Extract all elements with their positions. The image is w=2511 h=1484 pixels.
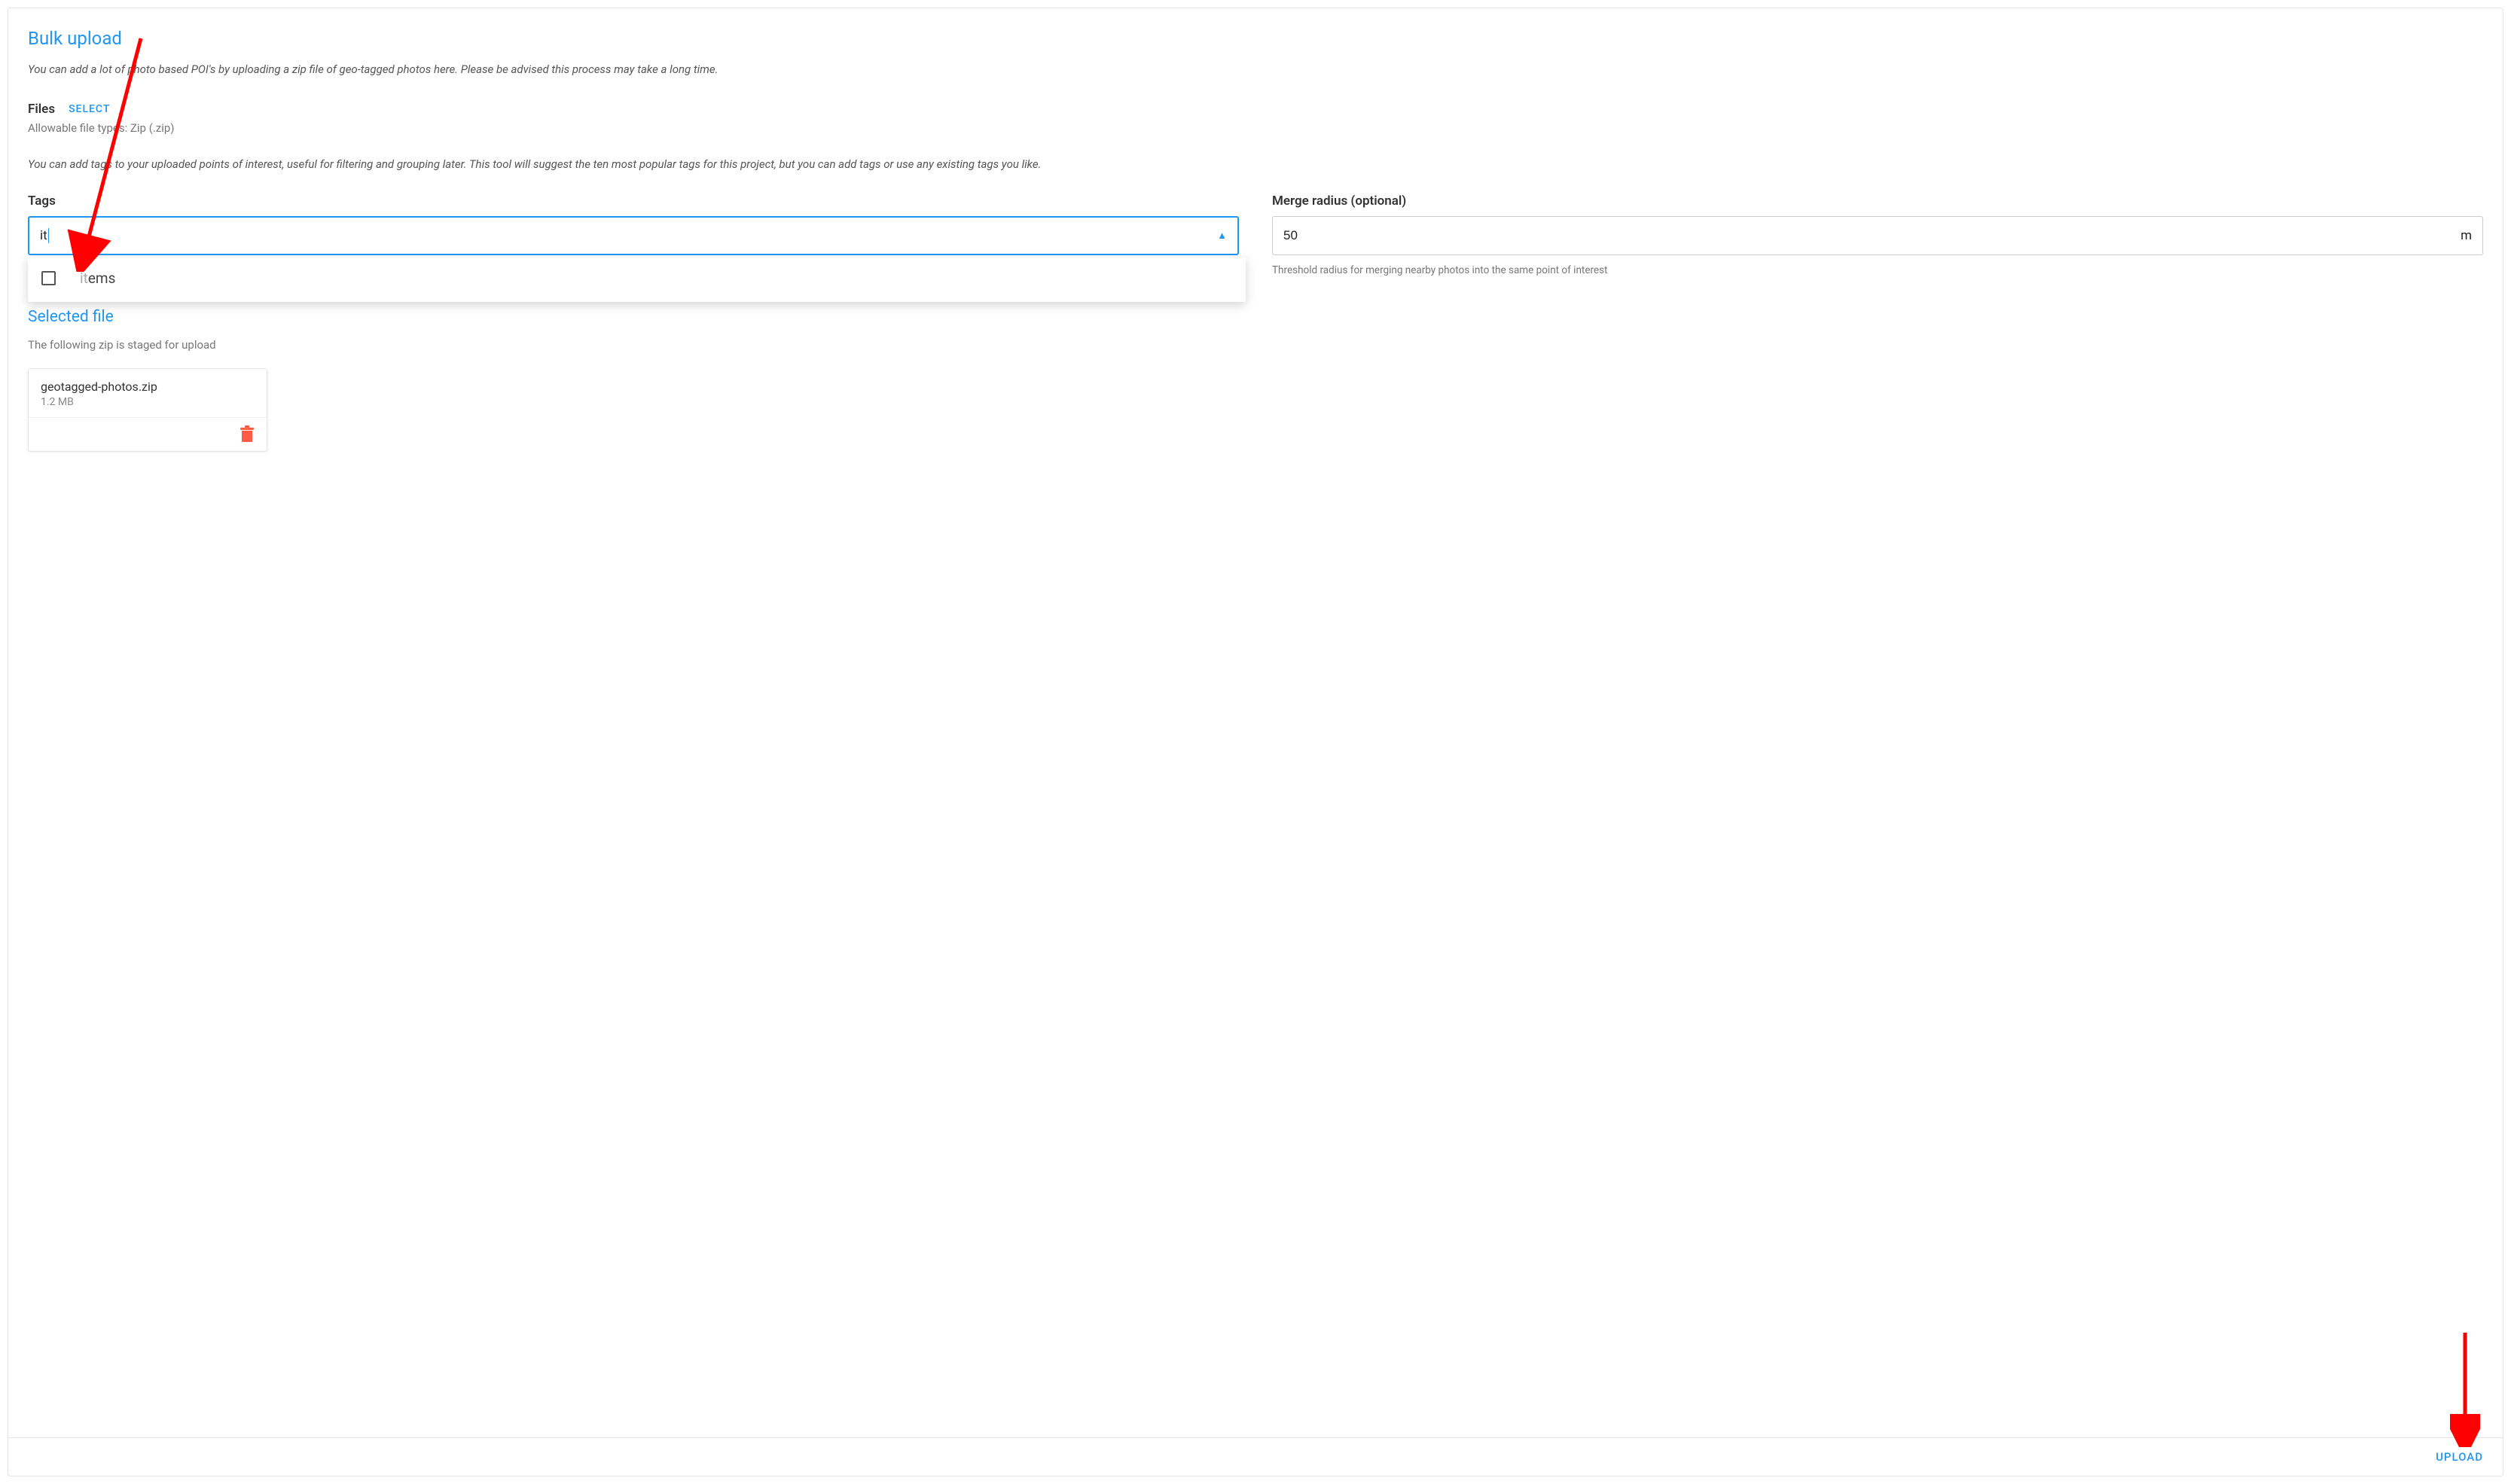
merge-column: Merge radius (optional) m Threshold radi…: [1272, 193, 2483, 276]
merge-label: Merge radius (optional): [1272, 193, 2483, 209]
select-files-button[interactable]: SELECT: [69, 103, 110, 115]
file-card-actions: [29, 418, 267, 451]
merge-hint: Threshold radius for merging nearby phot…: [1272, 264, 2483, 276]
tags-label: Tags: [28, 193, 1239, 209]
card-body: Bulk upload You can add a lot of photo b…: [8, 8, 2503, 1437]
file-card-info: geotagged-photos.zip 1.2 MB: [29, 369, 267, 418]
trash-icon[interactable]: [240, 425, 255, 446]
merge-radius-input[interactable]: [1283, 217, 2461, 254]
file-name: geotagged-photos.zip: [41, 379, 255, 394]
page-title: Bulk upload: [28, 28, 2483, 49]
card-footer: UPLOAD: [8, 1437, 2503, 1476]
files-label: Files: [28, 102, 55, 117]
checkbox-icon[interactable]: [41, 271, 56, 285]
tags-input-wrap: it ▲ items: [28, 216, 1239, 255]
tags-dropdown: items: [28, 257, 1246, 302]
merge-input-row: m: [1272, 216, 2483, 255]
dropdown-item-label: items: [80, 270, 115, 287]
tags-column: Tags it ▲ items: [28, 193, 1239, 276]
bulk-upload-card: Bulk upload You can add a lot of photo b…: [8, 8, 2503, 1476]
staged-file-card: geotagged-photos.zip 1.2 MB: [28, 368, 267, 452]
upload-button[interactable]: UPLOAD: [2436, 1450, 2483, 1464]
staged-hint: The following zip is staged for upload: [28, 338, 2483, 352]
intro-text: You can add a lot of photo based POI's b…: [28, 62, 2483, 76]
dropdown-item-items[interactable]: items: [41, 270, 1232, 287]
merge-unit: m: [2461, 228, 2472, 243]
file-size: 1.2 MB: [41, 396, 255, 408]
tags-input[interactable]: it: [28, 216, 1239, 255]
text-caret: [48, 228, 49, 243]
files-row: Files SELECT: [28, 102, 2483, 117]
tags-intro: You can add tags to your uploaded points…: [28, 157, 2483, 171]
chevron-up-icon[interactable]: ▲: [1217, 230, 1227, 242]
files-hint: Allowable file types: Zip (.zip): [28, 121, 2483, 135]
selected-file-heading: Selected file: [28, 308, 2483, 326]
form-columns: Tags it ▲ items Merge radius (optional): [28, 193, 2483, 276]
